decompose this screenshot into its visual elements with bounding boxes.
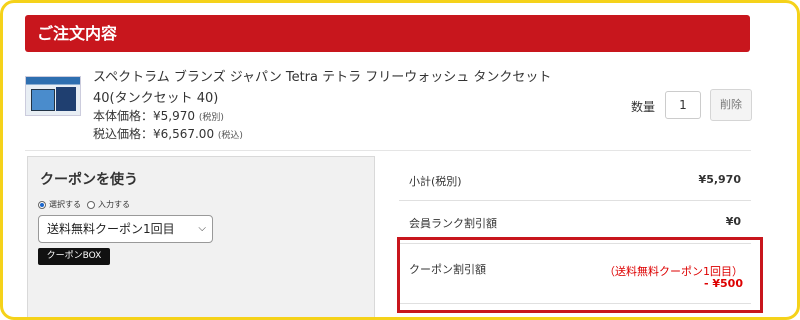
quantity-input[interactable] <box>665 91 701 119</box>
coupon-mode-radios: 選択する 入力する <box>38 199 130 210</box>
product-name[interactable]: スペクトラム ブランズ ジャパン Tetra テトラ フリーウォッシュ タンクセ… <box>93 67 563 109</box>
coupon-box-button[interactable]: クーポンBOX <box>38 248 110 265</box>
chevron-down-icon: ⌵ <box>198 223 206 234</box>
box-image-icon <box>56 87 76 111</box>
rank-discount-value: ¥0 <box>725 215 741 228</box>
base-price-label: 本体価格：¥5,970 <box>93 109 195 123</box>
coupon-panel: クーポンを使う 選択する 入力する 送料無料クーポン1回目 ⌵ クーポンBOX <box>27 156 375 317</box>
section-header: ご注文内容 <box>25 15 750 52</box>
radio-input[interactable] <box>87 200 95 209</box>
order-panel: ご注文内容 スペクトラム ブランズ ジャパン Tetra テトラ フリーウォッシ… <box>0 0 800 320</box>
delete-button[interactable]: 削除 <box>710 89 752 121</box>
divider <box>25 150 751 151</box>
coupon-select[interactable]: 送料無料クーポン1回目 ⌵ <box>38 215 213 243</box>
coupon-title: クーポンを使う <box>40 172 138 188</box>
radio-input-label[interactable]: 入力する <box>98 199 130 210</box>
radio-select-label[interactable]: 選択する <box>49 199 81 210</box>
coupon-discount-highlight <box>397 237 763 313</box>
subtotal-label: 小計(税別) <box>409 175 462 188</box>
rank-discount-label: 会員ランク割引額 <box>409 217 497 230</box>
tax-price-label: 税込価格：¥6,567.00 <box>93 127 215 141</box>
quantity-label: 数量 <box>631 100 656 114</box>
product-thumbnail[interactable] <box>25 76 81 116</box>
base-price-note: (税別) <box>198 113 224 123</box>
tax-price: 税込価格：¥6,567.00 (税込) <box>93 125 243 142</box>
subtotal-value: ¥5,970 <box>698 173 741 186</box>
base-price: 本体価格：¥5,970 (税別) <box>93 107 224 124</box>
radio-select[interactable] <box>38 200 46 209</box>
coupon-select-value: 送料無料クーポン1回目 <box>47 222 175 236</box>
tax-price-note: (税込) <box>217 131 243 141</box>
tank-image-icon <box>31 89 55 111</box>
summary-divider <box>399 200 751 201</box>
